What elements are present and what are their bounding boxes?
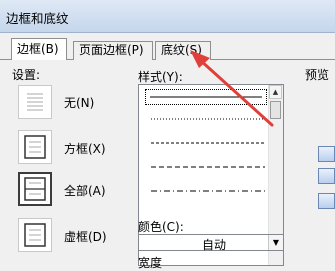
- border-box-icon: [24, 135, 46, 159]
- window-title: 边框和底纹: [6, 11, 69, 26]
- border-all-icon: [24, 177, 46, 201]
- chevron-down-icon[interactable]: ▼: [268, 235, 283, 250]
- tab-page-border[interactable]: 页面边框(P): [73, 41, 153, 60]
- settings-label: 设置:: [12, 68, 41, 82]
- tab-borders[interactable]: 边框(B): [11, 38, 67, 60]
- setting-box-label: 方框(X): [64, 142, 106, 156]
- border-grid-icon: [24, 223, 46, 247]
- style-label: 样式(Y):: [138, 70, 183, 84]
- preview-middle-border-button[interactable]: [318, 168, 335, 184]
- style-item-dash-dot[interactable]: [147, 184, 265, 200]
- setting-grid-button[interactable]: [18, 218, 52, 252]
- preview-top-border-button[interactable]: [318, 146, 335, 162]
- width-label: 宽度: [138, 256, 163, 270]
- setting-all-button[interactable]: [18, 172, 52, 206]
- scroll-thumb[interactable]: [270, 101, 281, 119]
- preview-label: 预览: [305, 68, 330, 82]
- color-value: 自动: [201, 238, 226, 252]
- style-item-solid[interactable]: [145, 89, 267, 105]
- color-label: 颜色(C):: [138, 220, 184, 234]
- title-bar: 边框和底纹: [0, 0, 335, 33]
- border-none-icon: [27, 93, 43, 111]
- style-item-dashed[interactable]: [147, 160, 265, 176]
- setting-all-label: 全部(A): [64, 184, 106, 198]
- setting-grid-label: 虚框(D): [64, 230, 107, 244]
- style-item-dotted[interactable]: [147, 112, 265, 128]
- setting-box-button[interactable]: [18, 130, 52, 164]
- setting-none-button[interactable]: [18, 85, 52, 119]
- tab-shading[interactable]: 底纹(S): [155, 41, 211, 60]
- color-dropdown[interactable]: 自动 ▼: [138, 234, 284, 252]
- setting-none-label: 无(N): [64, 96, 95, 110]
- style-item-dashed-small[interactable]: [147, 136, 265, 152]
- preview-bottom-border-button[interactable]: [318, 193, 335, 209]
- scroll-up-icon[interactable]: ▲: [269, 85, 282, 99]
